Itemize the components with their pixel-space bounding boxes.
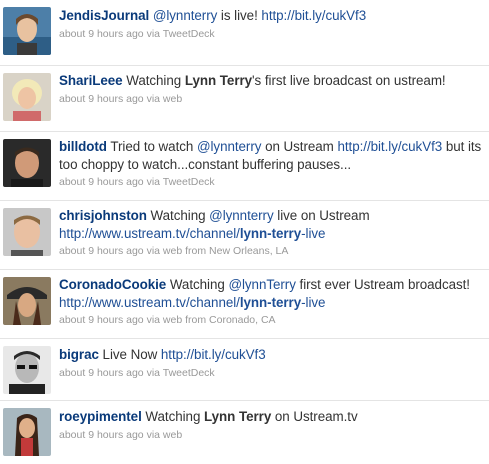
tweet-item: CoronadoCookie Watching @lynnTerry first… — [0, 270, 489, 339]
highlight-text: Lynn Terry — [204, 409, 272, 424]
timestamp-link[interactable]: about 9 hours ago — [59, 28, 144, 40]
source-link[interactable]: TweetDeck — [163, 28, 215, 40]
tweet-feed: JendisJournal @lynnterry is live! http:/… — [0, 0, 489, 464]
tweet-content: ShariLeee Watching Lynn Terry's first li… — [59, 72, 483, 107]
url-part: -live — [301, 294, 326, 310]
tweet-meta: about 9 hours ago via web from Coronado,… — [59, 312, 483, 328]
tweet-text: on Ustream — [261, 139, 338, 154]
tweet-content: roeypimentel Watching Lynn Terry on Ustr… — [59, 408, 483, 443]
tweet-item: JendisJournal @lynnterry is live! http:/… — [0, 0, 489, 66]
tweet-meta: about 9 hours ago via web from New Orlea… — [59, 243, 483, 259]
tweet-text: is live! — [217, 8, 262, 23]
url-link[interactable]: http://bit.ly/cukVf3 — [161, 347, 266, 362]
tweet-text: Live Now — [98, 347, 161, 362]
tweet-meta: about 9 hours ago via web — [59, 91, 483, 107]
tweet-text: Watching — [146, 208, 210, 223]
tweet-item: roeypimentel Watching Lynn Terry on Ustr… — [0, 401, 489, 464]
timestamp-link[interactable]: about 9 hours ago — [59, 367, 144, 379]
screen-name-link[interactable]: bigrac — [59, 347, 99, 362]
url-part: http://www.ustream.tv/channel/ — [59, 294, 240, 310]
tweet-item: ShariLeee Watching Lynn Terry's first li… — [0, 66, 489, 132]
tweet-content: CoronadoCookie Watching @lynnTerry first… — [59, 276, 483, 328]
meta-location: from Coronado, CA — [182, 314, 276, 326]
url-part: -live — [301, 225, 326, 241]
meta-via: via — [143, 366, 163, 379]
tweet-text: Watching — [166, 277, 229, 292]
tweet-meta: about 9 hours ago via web — [59, 427, 483, 443]
screen-name-link[interactable]: roeypimentel — [59, 409, 142, 424]
url-part-highlight: lynn-terry — [239, 225, 302, 241]
source-link[interactable]: web — [163, 314, 182, 326]
highlight-text: Lynn Terry — [184, 73, 253, 88]
tweet-item: chrisjohnston Watching @lynnterry live o… — [0, 201, 489, 270]
avatar[interactable] — [3, 7, 51, 55]
source-link[interactable]: TweetDeck — [163, 176, 215, 188]
avatar[interactable] — [3, 139, 51, 187]
meta-via: via — [143, 27, 163, 40]
tweet-content: bigrac Live Now http://bit.ly/cukVf3 abo… — [59, 346, 483, 381]
screen-name-link[interactable]: JendisJournal — [59, 8, 149, 23]
screen-name-link[interactable]: CoronadoCookie — [59, 277, 166, 292]
tweet-meta: about 9 hours ago via TweetDeck — [59, 365, 483, 381]
meta-via: via — [143, 314, 163, 326]
tweet-text: Watching — [122, 73, 185, 88]
timestamp-link[interactable]: about 9 hours ago — [59, 176, 144, 188]
meta-via: via — [143, 176, 163, 188]
avatar[interactable] — [3, 208, 51, 256]
timestamp-link[interactable]: about 9 hours ago — [59, 429, 144, 441]
avatar[interactable] — [3, 408, 51, 456]
tweet-content: chrisjohnston Watching @lynnterry live o… — [59, 207, 483, 259]
tweet-text: first ever Ustream broadcast! — [295, 277, 471, 292]
meta-via: via — [143, 428, 163, 441]
meta-via: via — [143, 245, 163, 257]
avatar[interactable] — [3, 277, 51, 325]
screen-name-link[interactable]: chrisjohnston — [59, 208, 147, 223]
tweet-text: 's first live broadcast on ustream! — [252, 73, 446, 88]
tweet-content: billdotd Tried to watch @lynnterry on Us… — [59, 138, 483, 190]
tweet-meta: about 9 hours ago via TweetDeck — [59, 174, 483, 190]
tweet-content: JendisJournal @lynnterry is live! http:/… — [59, 7, 483, 42]
avatar[interactable] — [3, 346, 51, 394]
source-link[interactable]: web — [163, 429, 182, 441]
tweet-text: on Ustream.tv — [271, 409, 358, 424]
tweet-text: Tried to watch — [106, 139, 197, 154]
mention-link[interactable]: @lynnTerry — [228, 277, 295, 292]
source-link[interactable]: web — [163, 245, 182, 257]
mention-link[interactable]: @lynnterry — [209, 208, 274, 223]
meta-via: via — [143, 92, 163, 105]
tweet-text: live on Ustream — [273, 208, 370, 223]
source-link[interactable]: TweetDeck — [163, 367, 215, 379]
url-link[interactable]: http://www.ustream.tv/channel/lynn-terry… — [59, 226, 325, 241]
meta-location: from New Orleans, LA — [182, 245, 289, 257]
source-link[interactable]: web — [163, 93, 182, 105]
timestamp-link[interactable]: about 9 hours ago — [59, 93, 144, 105]
tweet-item: billdotd Tried to watch @lynnterry on Us… — [0, 132, 489, 201]
tweet-item: bigrac Live Now http://bit.ly/cukVf3 abo… — [0, 339, 489, 401]
screen-name-link[interactable]: billdotd — [59, 139, 107, 154]
tweet-meta: about 9 hours ago via TweetDeck — [59, 26, 483, 42]
mention-link[interactable]: @lynnterry — [153, 8, 218, 23]
avatar[interactable] — [3, 73, 51, 121]
tweet-text: Watching — [141, 409, 205, 424]
timestamp-link[interactable]: about 9 hours ago — [59, 245, 144, 257]
url-link[interactable]: http://bit.ly/cukVf3 — [337, 139, 442, 154]
timestamp-link[interactable]: about 9 hours ago — [59, 314, 144, 326]
mention-link[interactable]: @lynnterry — [197, 139, 262, 154]
url-link[interactable]: http://www.ustream.tv/channel/lynn-terry… — [59, 295, 325, 310]
url-link[interactable]: http://bit.ly/cukVf3 — [261, 8, 366, 23]
screen-name-link[interactable]: ShariLeee — [59, 73, 123, 88]
url-part-highlight: lynn-terry — [239, 294, 302, 310]
url-part: http://www.ustream.tv/channel/ — [59, 225, 240, 241]
